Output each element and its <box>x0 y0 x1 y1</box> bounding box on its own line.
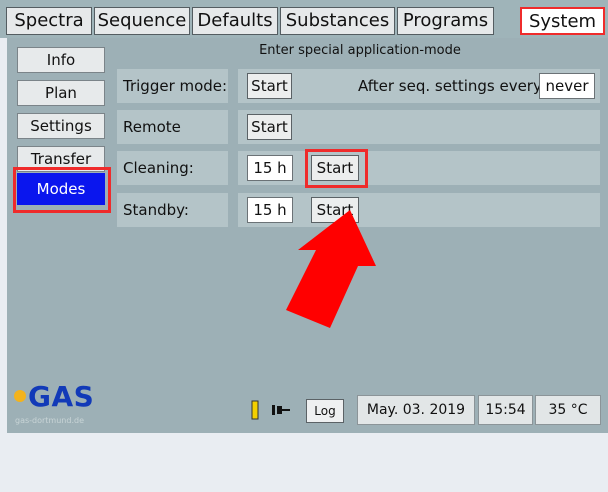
log-button[interactable]: Log <box>306 399 344 423</box>
sidebar: Info Plan Settings Transfer Modes GAS ga… <box>7 38 111 433</box>
modes-highlight-box <box>13 167 111 213</box>
sidebar-item-info[interactable]: Info <box>17 47 105 73</box>
tab-system[interactable]: System <box>520 7 605 35</box>
sidebar-item-settings[interactable]: Settings <box>17 113 105 139</box>
red-arrow-annotation-icon <box>286 210 376 328</box>
app-window: Spectra Sequence Defaults Substances Pro… <box>0 0 608 492</box>
plug-icon <box>270 397 292 423</box>
tab-defaults[interactable]: Defaults <box>192 7 278 35</box>
remote-mode-start-button[interactable]: Start <box>247 114 292 140</box>
status-indicator-icon <box>250 397 260 423</box>
after-seq-value[interactable]: never <box>539 73 595 99</box>
modes-heading: Enter special application-mode <box>259 43 461 58</box>
tab-spectra[interactable]: Spectra <box>6 7 92 35</box>
cleaning-hours-field[interactable]: 15 h <box>247 155 293 181</box>
after-seq-label: After seq. settings every: <box>358 77 546 95</box>
tab-programs[interactable]: Programs <box>397 7 494 35</box>
trigger-mode-start-button[interactable]: Start <box>247 73 292 99</box>
sidebar-item-plan[interactable]: Plan <box>17 80 105 106</box>
cleaning-label: Cleaning: <box>117 151 228 185</box>
remote-mode-label: Remote mode: <box>117 110 228 170</box>
trigger-mode-panel: Start After seq. settings every: never <box>238 69 600 103</box>
status-bar: Log May. 03. 2019 15:54 35 °C <box>7 395 601 425</box>
cleaning-start-highlight-box <box>305 149 368 188</box>
cleaning-panel: 15 h Start <box>238 151 600 185</box>
status-date: May. 03. 2019 <box>357 395 475 425</box>
tab-substances[interactable]: Substances <box>280 7 395 35</box>
tab-sequence[interactable]: Sequence <box>94 7 190 35</box>
standby-label: Standby: <box>117 193 228 227</box>
remote-mode-panel: Start <box>238 110 600 144</box>
status-time: 15:54 <box>478 395 533 425</box>
trigger-mode-label: Trigger mode: <box>117 69 228 103</box>
top-tab-bar: Spectra Sequence Defaults Substances Pro… <box>0 0 608 38</box>
status-temperature: 35 °C <box>535 395 601 425</box>
